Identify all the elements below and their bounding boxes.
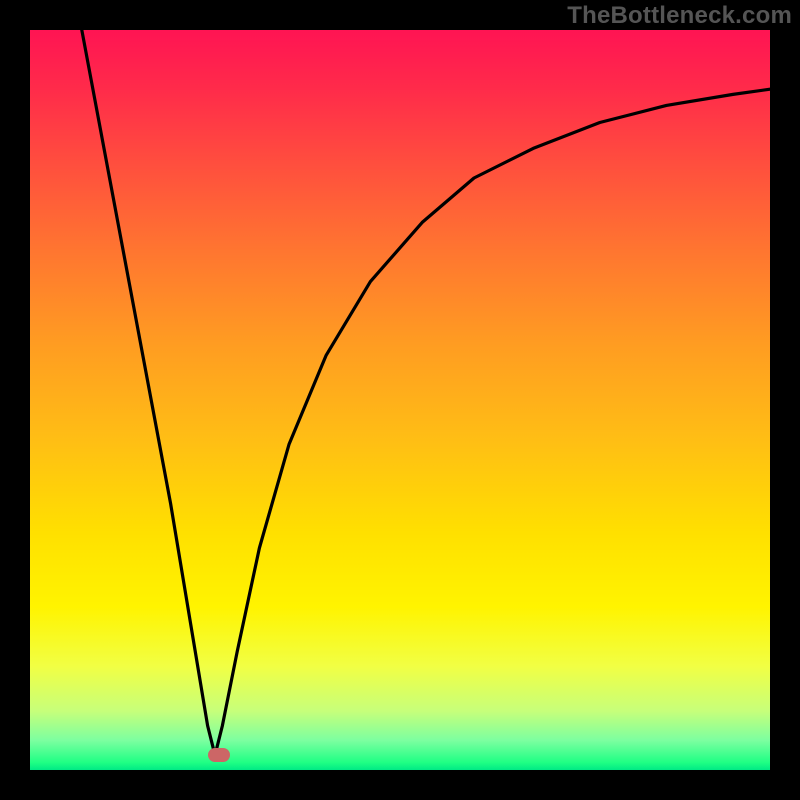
curve-svg xyxy=(30,30,770,770)
curve-right-branch xyxy=(215,89,770,755)
minimum-marker xyxy=(208,748,230,762)
chart-frame: TheBottleneck.com xyxy=(0,0,800,800)
curve-left-branch xyxy=(82,30,215,755)
watermark-text: TheBottleneck.com xyxy=(567,2,792,30)
plot-area xyxy=(30,30,770,770)
